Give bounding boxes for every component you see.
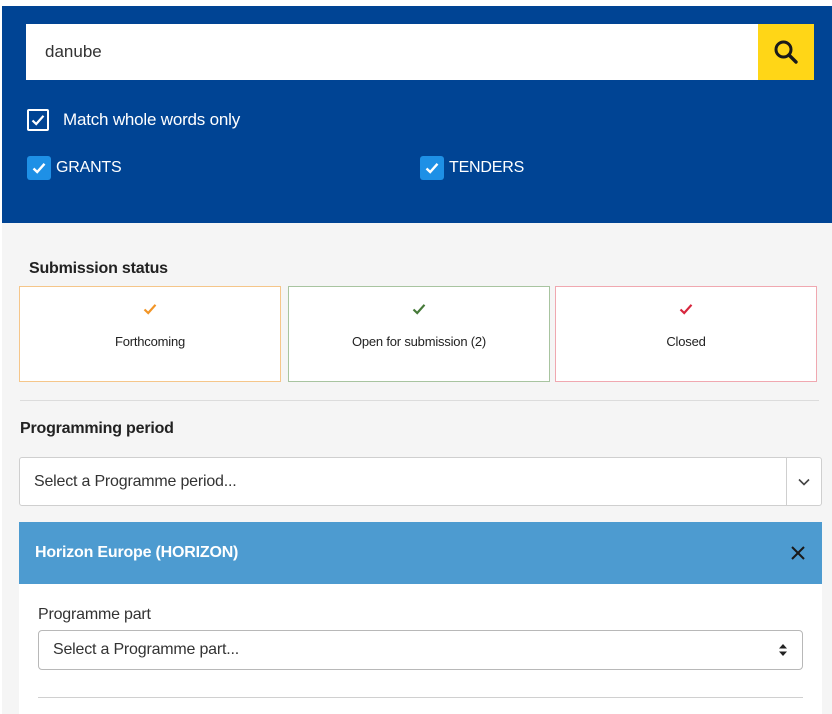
close-icon — [791, 546, 805, 560]
status-forthcoming-label: Forthcoming — [114, 334, 186, 349]
checkmark-icon — [679, 302, 693, 318]
tenders-label: TENDERS — [449, 159, 525, 176]
programme-period-placeholder: Select a Programme period... — [34, 472, 237, 490]
grants-checkbox[interactable] — [27, 156, 51, 180]
programme-part-placeholder: Select a Programme part... — [53, 641, 239, 658]
submission-status-title: Submission status — [29, 260, 168, 277]
status-open-label: Open for submission (2) — [351, 334, 487, 349]
search-button[interactable] — [758, 24, 814, 80]
status-forthcoming[interactable]: Forthcoming — [19, 286, 281, 382]
programme-part-select[interactable]: Select a Programme part... — [38, 630, 803, 670]
sort-arrows-icon — [779, 644, 787, 656]
checkmark-icon — [32, 163, 46, 174]
search-icon — [774, 40, 798, 64]
tenders-checkbox[interactable] — [420, 156, 444, 180]
chevron-down-icon — [798, 478, 810, 486]
programme-period-select[interactable]: Select a Programme period... — [19, 457, 822, 506]
dropdown-toggle[interactable] — [786, 458, 821, 505]
programme-header: Horizon Europe (HORIZON) — [19, 522, 822, 584]
match-whole-words-option[interactable]: Match whole words only — [27, 109, 240, 131]
programme-part-label: Programme part — [38, 606, 151, 623]
search-bar — [26, 24, 814, 80]
programme-title: Horizon Europe (HORIZON) — [35, 544, 239, 561]
match-whole-words-checkbox[interactable] — [27, 109, 49, 131]
search-input[interactable] — [26, 24, 758, 80]
match-whole-words-label: Match whole words only — [63, 110, 241, 129]
status-closed-label: Closed — [666, 334, 706, 349]
status-open[interactable]: Open for submission (2) — [288, 286, 550, 382]
grants-option[interactable]: GRANTS — [27, 156, 122, 180]
remove-programme-button[interactable] — [790, 545, 806, 561]
section-divider — [20, 400, 819, 401]
grants-label: GRANTS — [56, 159, 122, 176]
part-divider — [38, 697, 803, 698]
programme-filter-box: Horizon Europe (HORIZON) Programme part … — [19, 522, 822, 714]
checkmark-icon — [31, 115, 45, 126]
tenders-option[interactable]: TENDERS — [420, 156, 524, 180]
status-closed[interactable]: Closed — [555, 286, 817, 382]
checkmark-icon — [425, 163, 439, 174]
checkmark-icon — [143, 302, 157, 318]
programming-period-title: Programming period — [20, 420, 174, 437]
checkmark-icon — [412, 302, 426, 318]
